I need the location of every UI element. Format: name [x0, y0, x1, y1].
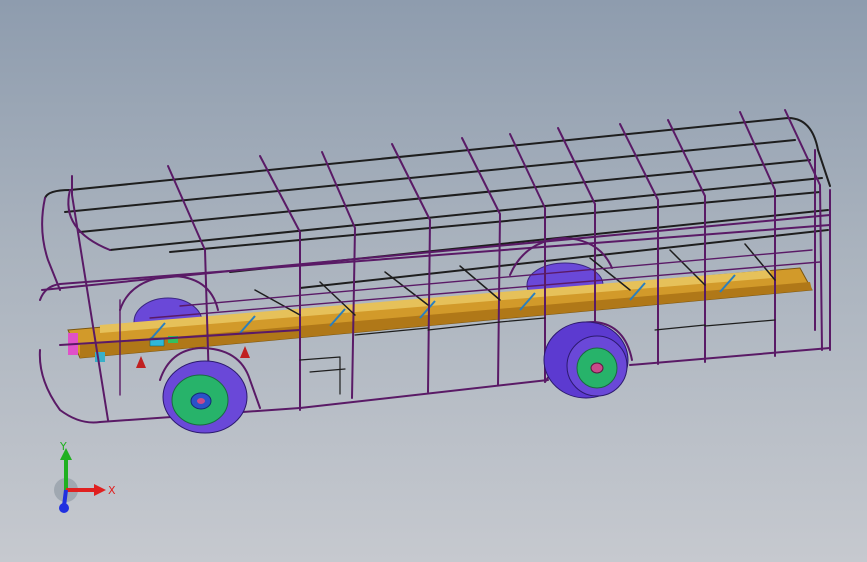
- coordinate-triad-icon[interactable]: Y X: [40, 440, 130, 520]
- wheel-rear[interactable]: [162, 360, 248, 434]
- bus-frame-model[interactable]: [0, 0, 867, 562]
- triad-x-label: X: [108, 484, 116, 497]
- wheel-front[interactable]: [543, 321, 629, 399]
- triad-y-label: Y: [59, 440, 67, 453]
- 3d-viewport[interactable]: Y X: [0, 0, 867, 562]
- bus-body-frame[interactable]: [38, 109, 831, 424]
